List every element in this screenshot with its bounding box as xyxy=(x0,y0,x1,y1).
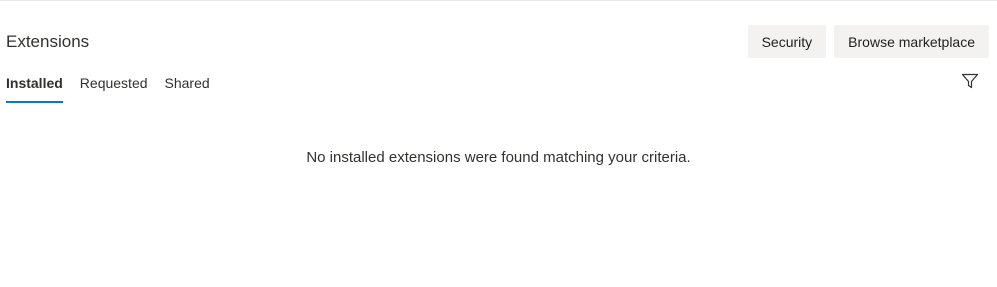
tab-installed[interactable]: Installed xyxy=(6,73,63,103)
filter-icon[interactable] xyxy=(961,72,979,90)
security-button[interactable]: Security xyxy=(747,25,827,58)
top-divider xyxy=(0,0,997,1)
tab-shared[interactable]: Shared xyxy=(165,73,210,103)
header-actions: Security Browse marketplace xyxy=(747,25,989,58)
empty-state-message: No installed extensions were found match… xyxy=(306,149,691,166)
page-title: Extensions xyxy=(6,32,90,51)
tab-bar: Installed Requested Shared xyxy=(6,73,210,103)
browse-marketplace-button[interactable]: Browse marketplace xyxy=(834,25,989,58)
tab-requested[interactable]: Requested xyxy=(80,73,148,103)
